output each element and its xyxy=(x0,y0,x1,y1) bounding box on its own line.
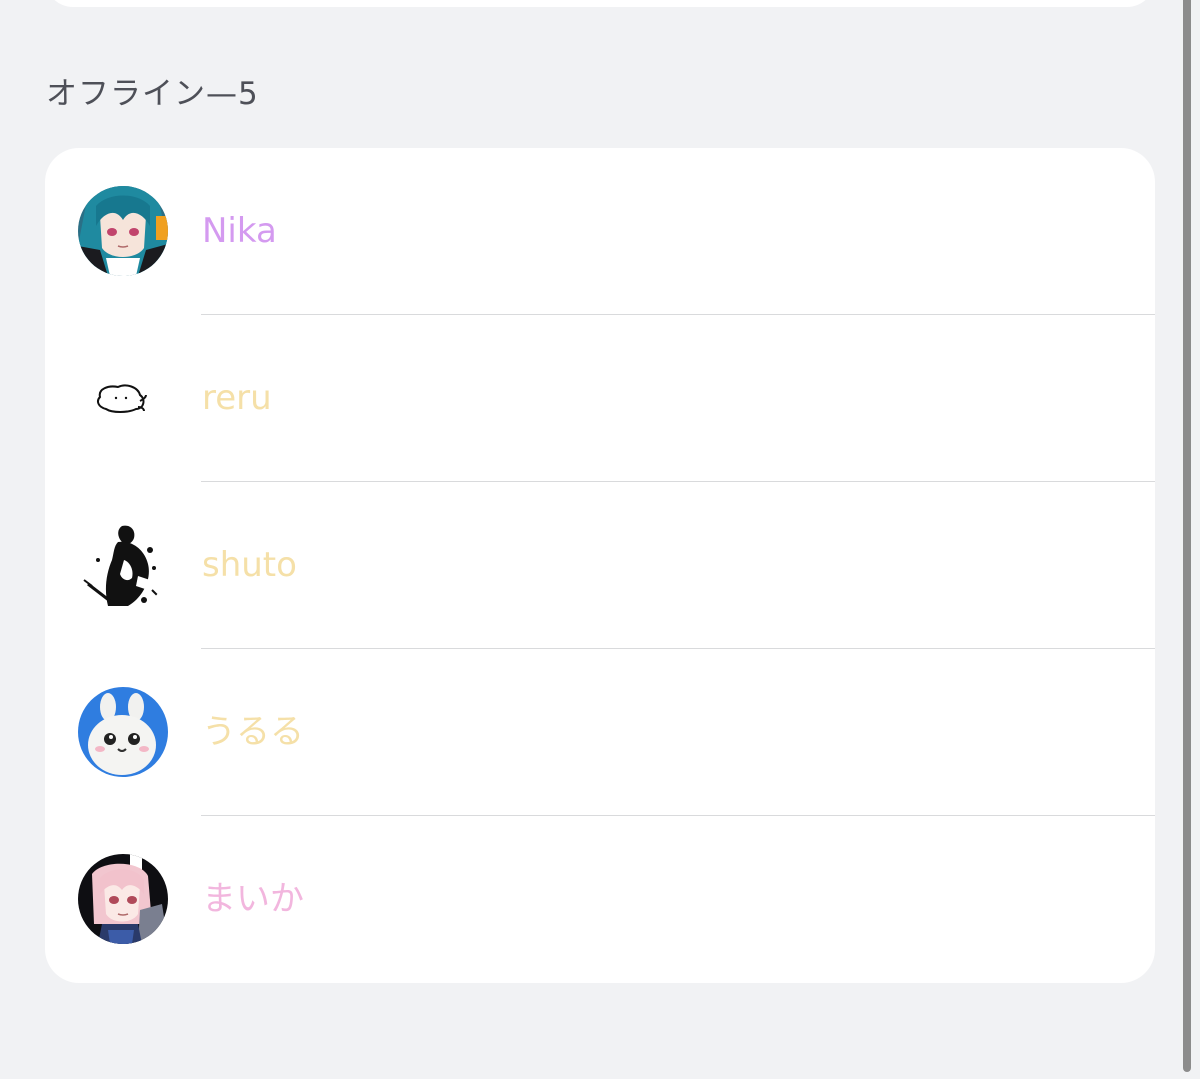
member-name[interactable]: うるる xyxy=(202,709,304,755)
member-name[interactable]: まいか xyxy=(202,876,304,922)
member-row[interactable]: まいか xyxy=(45,816,1155,983)
member-name[interactable]: Nika xyxy=(202,208,277,254)
member-row[interactable]: Nika xyxy=(45,148,1155,315)
samurai-ink-avatar[interactable] xyxy=(78,520,168,610)
member-row[interactable]: reru xyxy=(45,315,1155,482)
member-name[interactable]: shuto xyxy=(202,542,297,588)
member-row[interactable]: shuto xyxy=(45,482,1155,649)
offline-member-list: Nika reru shuto うるる まいか xyxy=(45,148,1155,983)
previous-section-card xyxy=(45,0,1155,7)
white-bunny-plush-avatar[interactable] xyxy=(78,687,168,777)
anime-girl-teal-hair-avatar[interactable] xyxy=(78,186,168,276)
scrollbar-thumb[interactable] xyxy=(1183,0,1191,1072)
anime-girl-pink-hair-avatar[interactable] xyxy=(78,854,168,944)
member-row[interactable]: うるる xyxy=(45,649,1155,816)
member-name[interactable]: reru xyxy=(202,375,272,421)
blob-sketch-avatar[interactable] xyxy=(78,353,168,443)
offline-section-header: オフライン—5 xyxy=(46,76,259,112)
